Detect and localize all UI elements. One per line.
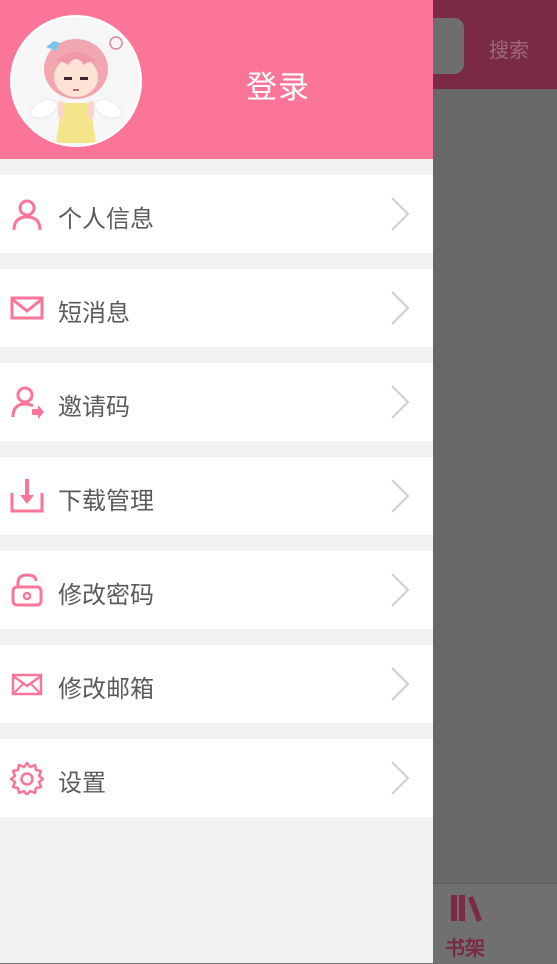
menu-item-label: 邀请码 [58,393,130,421]
chevron-right-icon [391,573,410,607]
navigation-drawer: 登录 个人信息 短消息 邀请码 下载管理 修改密码 修改邮箱 设置 [0,0,433,963]
menu-item-label: 修改邮箱 [58,675,154,703]
menu-item-label: 修改密码 [58,581,154,609]
chevron-right-icon [391,479,410,513]
drawer-menu: 个人信息 短消息 邀请码 下载管理 修改密码 修改邮箱 设置 [0,175,433,833]
chevron-right-icon [391,761,410,795]
chevron-right-icon [391,667,410,701]
download-icon [10,479,44,513]
unlock-icon [11,573,43,607]
bookshelf-icon [451,895,482,922]
avatar[interactable] [10,15,142,147]
mail-icon [10,296,44,320]
menu-item-label: 短消息 [58,299,130,327]
invite-user-icon [11,386,44,419]
avatar-character-icon [30,36,123,143]
login-button[interactable]: 登录 [218,62,338,107]
menu-item-profile[interactable]: 个人信息 [0,175,433,253]
menu-item-change-email[interactable]: 修改邮箱 [0,645,433,723]
menu-item-settings[interactable]: 设置 [0,739,433,817]
chevron-right-icon [391,291,410,325]
menu-item-messages[interactable]: 短消息 [0,269,433,347]
gear-icon [10,761,44,795]
menu-item-invite-code[interactable]: 邀请码 [0,363,433,441]
menu-item-download-manager[interactable]: 下载管理 [0,457,433,535]
background-search-button: 搜索 [489,38,529,62]
menu-item-label: 设置 [58,769,106,797]
menu-item-change-password[interactable]: 修改密码 [0,551,433,629]
menu-item-label: 下载管理 [58,487,154,515]
person-icon [12,199,42,231]
drawer-header: 登录 [0,0,433,159]
chevron-right-icon [391,197,410,231]
envelope-icon [11,673,43,696]
menu-item-label: 个人信息 [58,205,154,233]
bookshelf-tab-label: 书架 [445,936,485,960]
chevron-right-icon [391,385,410,419]
